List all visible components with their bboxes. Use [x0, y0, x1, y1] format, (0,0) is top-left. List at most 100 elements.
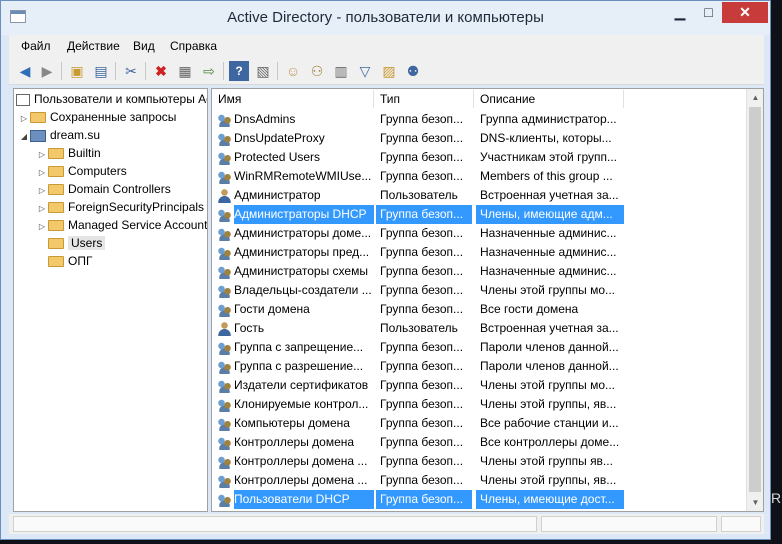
maximize-button[interactable]: □ [695, 2, 722, 23]
row-type: Группа безоп... [380, 435, 464, 449]
menu-action[interactable]: Действие [67, 39, 120, 53]
tree-computers[interactable]: ▷ Computers [36, 162, 127, 180]
status-cell-main [13, 516, 537, 532]
new-user-icon[interactable]: ☺ [283, 61, 303, 81]
forward-icon[interactable]: ▶ [37, 61, 57, 81]
list-row[interactable]: Контроллеры домена ... Группа безоп... Чле… [212, 471, 763, 490]
list-row[interactable]: Администраторы пред... Группа безоп... Наз… [212, 243, 763, 262]
tree-managed-service-accounts[interactable]: ▷ Managed Service Accounts [36, 216, 207, 234]
list-row[interactable]: Контроллеры домена ... Группа безоп... Чле… [212, 452, 763, 471]
user-icon [217, 321, 232, 336]
group-icon [217, 245, 232, 260]
list-row[interactable]: DnsUpdateProxy Группа безоп... DNS-клиенты… [212, 129, 763, 148]
list-row[interactable]: Клонируемые контрол... Группа безоп... Чле… [212, 395, 763, 414]
list-row[interactable]: Администраторы схемы Группа безоп... Назна… [212, 262, 763, 281]
cut-icon[interactable]: ✂ [121, 61, 141, 81]
row-type: Группа безоп... [380, 340, 464, 354]
row-name: Пользователи DHCP [234, 490, 374, 509]
column-header-type[interactable]: Тип [374, 90, 474, 108]
tree-builtin[interactable]: ▷ Builtin [36, 144, 101, 162]
tree-root-label: Пользователи и компьютеры Active Directo… [34, 92, 207, 106]
menu-help[interactable]: Справка [170, 39, 217, 53]
row-desc: Члены этой группы, яв... [480, 473, 617, 487]
group-icon [217, 302, 232, 317]
domain-icon [30, 129, 46, 142]
add-to-group-icon[interactable]: ⚉ [403, 61, 423, 81]
list-row[interactable]: Контроллеры домена Группа безоп... Все кон… [212, 433, 763, 452]
list-row[interactable]: Гости домена Группа безоп... Все гости дом… [212, 300, 763, 319]
row-desc: Встроенная учетная за... [480, 321, 619, 335]
minimize-button[interactable]: ▁ [665, 2, 695, 23]
row-type: Группа безоп... [380, 264, 464, 278]
vertical-scrollbar[interactable]: ▲ ▼ [746, 89, 763, 511]
row-name: Группа с разрешение... [234, 359, 364, 373]
list-row[interactable]: Protected Users Группа безоп... Участникам… [212, 148, 763, 167]
tree-domain-controllers[interactable]: ▷ Domain Controllers [36, 180, 171, 198]
show-hide-icon[interactable]: ▧ [253, 61, 273, 81]
group-icon [217, 340, 232, 355]
tree-domain[interactable]: ◢ dream.su [18, 126, 100, 144]
menu-bar: Файл Действие Вид Справка [9, 35, 764, 57]
group-icon [217, 226, 232, 241]
new-group-icon[interactable]: ⚇ [307, 61, 327, 81]
list-row[interactable]: DnsAdmins Группа безоп... Группа администр… [212, 110, 763, 129]
filter-icon[interactable]: ▽ [355, 61, 375, 81]
tree-foreign-security[interactable]: ▷ ForeignSecurityPrincipals [36, 198, 204, 216]
list-row[interactable]: Издатели сертификатов Группа безоп... Член… [212, 376, 763, 395]
row-desc: Все контроллеры доме... [480, 435, 620, 449]
list-row[interactable]: WinRMRemoteWMIUse... Группа безоп... Membe… [212, 167, 763, 186]
list-row[interactable]: Администратор Пользователь Встроенная учет… [212, 186, 763, 205]
tree-root[interactable]: Пользователи и компьютеры Active Directo… [16, 90, 207, 108]
back-icon[interactable]: ◀ [15, 61, 35, 81]
find-icon[interactable]: ▨ [379, 61, 399, 81]
column-header-name[interactable]: Имя [212, 90, 374, 108]
status-cell-secondary [541, 516, 717, 532]
menu-file[interactable]: Файл [21, 39, 51, 53]
list-row[interactable]: Владельцы-создатели ... Группа безоп... Чл… [212, 281, 763, 300]
group-icon [217, 435, 232, 450]
tree-opg[interactable]: ОПГ [36, 252, 92, 270]
group-icon [217, 473, 232, 488]
scroll-down-icon[interactable]: ▼ [747, 494, 763, 511]
list-row[interactable]: Группа с запрещение... Группа безоп... Пар… [212, 338, 763, 357]
group-icon [217, 416, 232, 431]
toolbar: ◀ ▶ ▣ ▤ ✂ ✖ ▦ ⇨ ? ▧ ☺ ⚇ ▥ ▽ ▨ ⚉ [9, 57, 764, 85]
close-button[interactable]: ✕ [722, 2, 768, 23]
delete-icon[interactable]: ✖ [151, 61, 171, 81]
list-row[interactable]: Администраторы доме... Группа безоп... Наз… [212, 224, 763, 243]
row-type: Пользователь [380, 188, 458, 202]
scroll-thumb[interactable] [749, 107, 761, 492]
list-row[interactable]: Гость Пользователь Встроенная учетная за..… [212, 319, 763, 338]
row-name: Protected Users [234, 150, 321, 164]
collapse-icon[interactable]: ◢ [18, 128, 30, 146]
column-header-description[interactable]: Описание [474, 90, 624, 108]
properties-icon[interactable]: ▦ [175, 61, 195, 81]
row-type: Группа безоп... [380, 378, 464, 392]
tree-users[interactable]: Users [36, 234, 106, 252]
row-name: Гость [234, 321, 265, 335]
new-ou-icon[interactable]: ▥ [331, 61, 351, 81]
list-row[interactable]: Администраторы DHCP Группа безоп... Члены,… [212, 205, 763, 224]
console-tree-icon[interactable]: ▤ [91, 61, 111, 81]
scroll-up-icon[interactable]: ▲ [747, 89, 763, 106]
title-bar[interactable]: Active Directory - пользователи и компью… [1, 1, 770, 35]
group-icon [217, 150, 232, 165]
list-row[interactable]: Компьютеры домена Группа безоп... Все рабо… [212, 414, 763, 433]
snapin-icon [16, 93, 30, 106]
row-desc: Члены этой группы мо... [480, 283, 615, 297]
up-folder-icon[interactable]: ▣ [67, 61, 87, 81]
tree-saved-queries[interactable]: ▷ Сохраненные запросы [18, 108, 176, 126]
list-row[interactable]: Группа с разрешение... Группа безоп... Пар… [212, 357, 763, 376]
export-icon[interactable]: ⇨ [199, 61, 219, 81]
folder-icon [48, 166, 64, 178]
row-type: Группа безоп... [380, 473, 464, 487]
list-row[interactable]: Пользователи DHCP Группа безоп... Члены, и… [212, 490, 763, 509]
status-cell-extra [721, 516, 761, 532]
row-desc: Участникам этой групп... [480, 150, 617, 164]
row-type: Группа безоп... [380, 226, 464, 240]
row-type: Группа безоп... [380, 302, 464, 316]
row-type: Группа безоп... [380, 112, 464, 126]
row-name: Гости домена [234, 302, 310, 316]
menu-view[interactable]: Вид [133, 39, 155, 53]
help-icon[interactable]: ? [229, 61, 249, 81]
